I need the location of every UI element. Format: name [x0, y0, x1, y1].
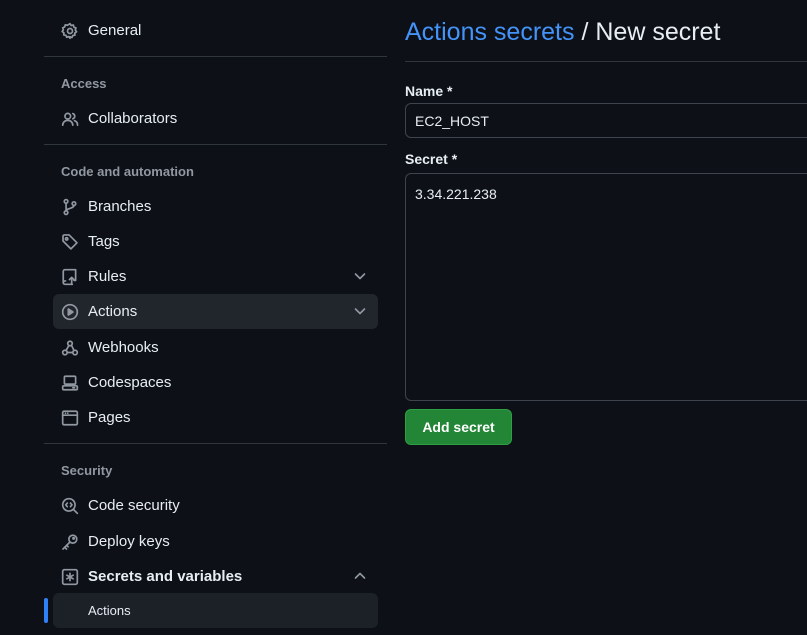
sidebar-item-label: Tags — [88, 233, 120, 250]
section-heading-code-automation: Code and automation — [61, 164, 194, 179]
sidebar-subitem-actions[interactable]: Actions — [53, 593, 378, 628]
sidebar-item-webhooks[interactable]: Webhooks — [53, 330, 378, 365]
browser-icon — [61, 409, 79, 427]
secret-value-textarea[interactable]: 3.34.221.238 — [405, 173, 807, 401]
tag-icon — [61, 233, 79, 251]
sidebar-item-label: Deploy keys — [88, 533, 170, 550]
codescan-icon — [61, 497, 79, 515]
title-divider — [405, 61, 807, 62]
git-branch-icon — [61, 198, 79, 216]
sidebar-item-label: Pages — [88, 409, 131, 426]
sidebar-item-deploy-keys[interactable]: Deploy keys — [53, 524, 378, 559]
add-secret-button[interactable]: Add secret — [405, 409, 512, 445]
name-field-label: Name * — [405, 83, 453, 99]
sidebar-item-secrets-and-variables[interactable]: Secrets and variables — [53, 559, 378, 594]
chevron-down-icon[interactable] — [352, 268, 368, 284]
sidebar-divider — [44, 144, 387, 145]
page-title: Actions secrets / New secret — [405, 18, 720, 47]
sidebar-item-branches[interactable]: Branches — [53, 189, 378, 224]
sidebar-item-label: Collaborators — [88, 110, 178, 127]
sidebar-item-general[interactable]: General — [53, 13, 378, 48]
sidebar-item-label: Code security — [88, 497, 180, 514]
sidebar-item-label: Webhooks — [88, 339, 159, 356]
sidebar-item-label: Actions — [88, 303, 138, 320]
play-icon — [61, 303, 79, 321]
sidebar-item-tags[interactable]: Tags — [53, 224, 378, 259]
sidebar-item-label: Branches — [88, 198, 152, 215]
breadcrumb-actions-secrets-link[interactable]: Actions secrets — [405, 18, 575, 46]
sidebar-item-code-security[interactable]: Code security — [53, 488, 378, 523]
sidebar-item-label: General — [88, 22, 142, 39]
sidebar-item-codespaces[interactable]: Codespaces — [53, 365, 378, 400]
secret-name-input[interactable] — [405, 103, 807, 138]
chevron-down-icon[interactable] — [352, 303, 368, 319]
key-icon — [61, 533, 79, 551]
repo-push-icon — [61, 268, 79, 286]
secret-field-label: Secret * — [405, 151, 458, 167]
main-content: Actions secrets / New secret Name * Secr… — [405, 0, 807, 635]
section-heading-access: Access — [61, 76, 107, 91]
sidebar-item-label: Codespaces — [88, 374, 172, 391]
sidebar-divider — [44, 443, 387, 444]
people-icon — [61, 110, 79, 128]
sidebar-item-rules[interactable]: Rules — [53, 259, 378, 294]
section-heading-security: Security — [61, 463, 113, 478]
breadcrumb-separator: / — [574, 18, 596, 46]
webhook-icon — [61, 339, 79, 357]
chevron-up-icon[interactable] — [352, 568, 368, 584]
codespaces-icon — [61, 374, 79, 392]
active-indicator — [44, 598, 48, 623]
settings-sidebar: General Access Collaborators Code and au… — [44, 0, 387, 635]
sidebar-divider — [44, 56, 387, 57]
asterisk-icon — [61, 568, 79, 586]
page-title-text: New secret — [595, 18, 721, 46]
sidebar-item-actions[interactable]: Actions — [53, 294, 378, 329]
sidebar-item-label: Rules — [88, 268, 127, 285]
gear-icon — [61, 22, 79, 40]
sidebar-item-label: Secrets and variables — [88, 568, 243, 585]
sidebar-item-collaborators[interactable]: Collaborators — [53, 101, 378, 136]
sidebar-item-pages[interactable]: Pages — [53, 400, 378, 435]
